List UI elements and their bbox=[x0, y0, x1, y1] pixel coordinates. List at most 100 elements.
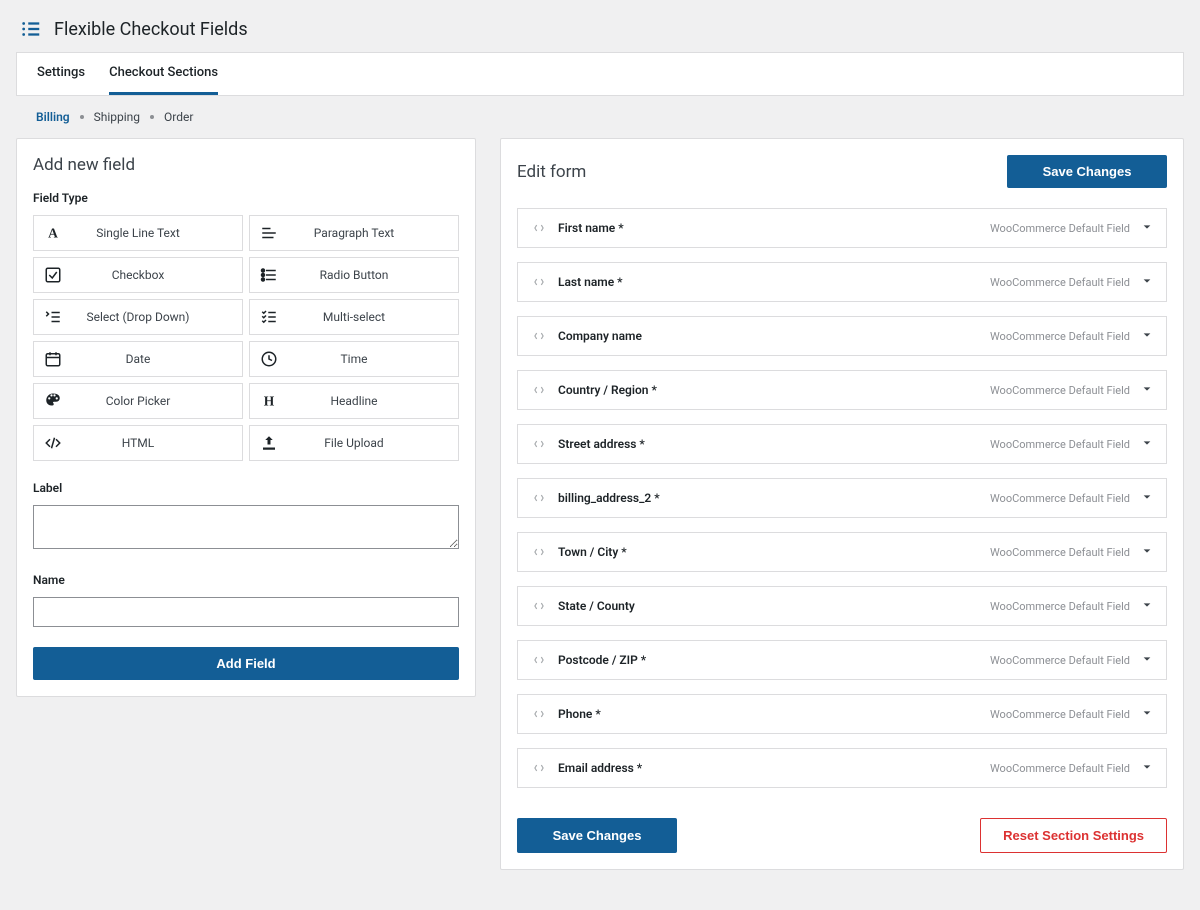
radio-icon bbox=[250, 266, 288, 284]
field-type-multi-select[interactable]: Multi-select bbox=[249, 299, 459, 335]
chevron-down-icon[interactable] bbox=[1142, 600, 1152, 613]
list-logo-icon bbox=[20, 18, 42, 40]
reset-section-button[interactable]: Reset Section Settings bbox=[980, 818, 1167, 853]
field-label: Company name bbox=[558, 329, 978, 343]
field-type-radio-button[interactable]: Radio Button bbox=[249, 257, 459, 293]
chevron-down-icon[interactable] bbox=[1142, 222, 1152, 235]
date-icon bbox=[34, 350, 72, 368]
drag-handle-icon[interactable] bbox=[532, 329, 546, 343]
multiselect-icon bbox=[250, 308, 288, 326]
field-type-time[interactable]: Time bbox=[249, 341, 459, 377]
field-type-single-line-text[interactable]: ASingle Line Text bbox=[33, 215, 243, 251]
default-field-badge: WooCommerce Default Field bbox=[990, 654, 1130, 667]
field-label: Street address * bbox=[558, 437, 978, 451]
field-type-color-picker[interactable]: Color Picker bbox=[33, 383, 243, 419]
svg-text:A: A bbox=[48, 226, 58, 241]
drag-handle-icon[interactable] bbox=[532, 599, 546, 613]
html-icon bbox=[34, 434, 72, 452]
save-changes-bottom-button[interactable]: Save Changes bbox=[517, 818, 677, 853]
chevron-down-icon[interactable] bbox=[1142, 330, 1152, 343]
chevron-down-icon[interactable] bbox=[1142, 384, 1152, 397]
field-row[interactable]: State / CountyWooCommerce Default Field bbox=[517, 586, 1167, 626]
select-icon bbox=[34, 308, 72, 326]
chevron-down-icon[interactable] bbox=[1142, 546, 1152, 559]
field-row[interactable]: Last name *WooCommerce Default Field bbox=[517, 262, 1167, 302]
breadcrumb-billing[interactable]: Billing bbox=[36, 110, 70, 124]
default-field-badge: WooCommerce Default Field bbox=[990, 384, 1130, 397]
chevron-down-icon[interactable] bbox=[1142, 762, 1152, 775]
drag-handle-icon[interactable] bbox=[532, 653, 546, 667]
drag-handle-icon[interactable] bbox=[532, 275, 546, 289]
field-label: Postcode / ZIP * bbox=[558, 653, 978, 667]
upload-icon bbox=[250, 434, 288, 452]
field-label: State / County bbox=[558, 599, 978, 613]
field-row[interactable]: Company nameWooCommerce Default Field bbox=[517, 316, 1167, 356]
text-icon: A bbox=[34, 224, 72, 242]
field-type-label: Color Picker bbox=[72, 394, 242, 408]
field-label: First name * bbox=[558, 221, 978, 235]
edit-form-title: Edit form bbox=[517, 162, 586, 182]
field-row[interactable]: Country / Region * WooCommerce Default Fi… bbox=[517, 370, 1167, 410]
drag-handle-icon[interactable] bbox=[532, 707, 546, 721]
field-label: billing_address_2 * bbox=[558, 491, 978, 505]
save-changes-top-button[interactable]: Save Changes bbox=[1007, 155, 1167, 188]
drag-handle-icon[interactable] bbox=[532, 221, 546, 235]
field-type-label: Paragraph Text bbox=[288, 226, 458, 240]
field-type-label: Checkbox bbox=[72, 268, 242, 282]
field-type-paragraph-text[interactable]: Paragraph Text bbox=[249, 215, 459, 251]
add-field-button[interactable]: Add Field bbox=[33, 647, 459, 680]
field-type-file-upload[interactable]: File Upload bbox=[249, 425, 459, 461]
edit-form-panel: Edit form Save Changes First name * WooCo… bbox=[500, 138, 1184, 870]
page-title: Flexible Checkout Fields bbox=[54, 19, 248, 40]
checkbox-icon bbox=[34, 266, 72, 284]
field-type-date[interactable]: Date bbox=[33, 341, 243, 377]
field-row[interactable]: Email address * WooCommerce Default Field bbox=[517, 748, 1167, 788]
default-field-badge: WooCommerce Default Field bbox=[990, 762, 1130, 775]
default-field-badge: WooCommerce Default Field bbox=[990, 276, 1130, 289]
default-field-badge: WooCommerce Default Field bbox=[990, 492, 1130, 505]
field-label: Email address * bbox=[558, 761, 978, 775]
drag-handle-icon[interactable] bbox=[532, 437, 546, 451]
field-row[interactable]: billing_address_2 * WooCommerce Default F… bbox=[517, 478, 1167, 518]
field-label: Country / Region * bbox=[558, 383, 978, 397]
field-type-html[interactable]: HTML bbox=[33, 425, 243, 461]
color-icon bbox=[34, 392, 72, 410]
field-type-label: Multi-select bbox=[288, 310, 458, 324]
field-row[interactable]: Street address *WooCommerce Default Fiel… bbox=[517, 424, 1167, 464]
name-input-label: Name bbox=[33, 573, 459, 587]
field-type-label: Select (Drop Down) bbox=[72, 310, 242, 324]
chevron-down-icon[interactable] bbox=[1142, 654, 1152, 667]
label-input-label: Label bbox=[33, 481, 459, 495]
field-type-label: Time bbox=[288, 352, 458, 366]
name-input[interactable] bbox=[33, 597, 459, 627]
field-row[interactable]: First name * WooCommerce Default Field bbox=[517, 208, 1167, 248]
tab-checkout-sections[interactable]: Checkout Sections bbox=[109, 53, 218, 95]
breadcrumb-separator bbox=[80, 115, 84, 119]
field-type-checkbox[interactable]: Checkbox bbox=[33, 257, 243, 293]
field-row[interactable]: Phone *WooCommerce Default Field bbox=[517, 694, 1167, 734]
tab-settings[interactable]: Settings bbox=[37, 53, 85, 95]
default-field-badge: WooCommerce Default Field bbox=[990, 546, 1130, 559]
tab-nav: Settings Checkout Sections bbox=[16, 52, 1184, 96]
chevron-down-icon[interactable] bbox=[1142, 438, 1152, 451]
chevron-down-icon[interactable] bbox=[1142, 276, 1152, 289]
field-row[interactable]: Postcode / ZIP * WooCommerce Default Fiel… bbox=[517, 640, 1167, 680]
field-row[interactable]: Town / City *WooCommerce Default Field bbox=[517, 532, 1167, 572]
drag-handle-icon[interactable] bbox=[532, 761, 546, 775]
field-label: Phone * bbox=[558, 707, 978, 721]
chevron-down-icon[interactable] bbox=[1142, 492, 1152, 505]
page-header: Flexible Checkout Fields bbox=[0, 0, 1200, 52]
field-type-label: Radio Button bbox=[288, 268, 458, 282]
drag-handle-icon[interactable] bbox=[532, 491, 546, 505]
breadcrumb-order[interactable]: Order bbox=[164, 110, 193, 124]
breadcrumb: Billing Shipping Order bbox=[16, 96, 1184, 138]
default-field-badge: WooCommerce Default Field bbox=[990, 222, 1130, 235]
field-type-label: Date bbox=[72, 352, 242, 366]
field-type-headline[interactable]: HHeadline bbox=[249, 383, 459, 419]
chevron-down-icon[interactable] bbox=[1142, 708, 1152, 721]
drag-handle-icon[interactable] bbox=[532, 383, 546, 397]
label-input[interactable] bbox=[33, 505, 459, 549]
breadcrumb-shipping[interactable]: Shipping bbox=[94, 110, 140, 124]
field-type-select-drop-down-[interactable]: Select (Drop Down) bbox=[33, 299, 243, 335]
drag-handle-icon[interactable] bbox=[532, 545, 546, 559]
